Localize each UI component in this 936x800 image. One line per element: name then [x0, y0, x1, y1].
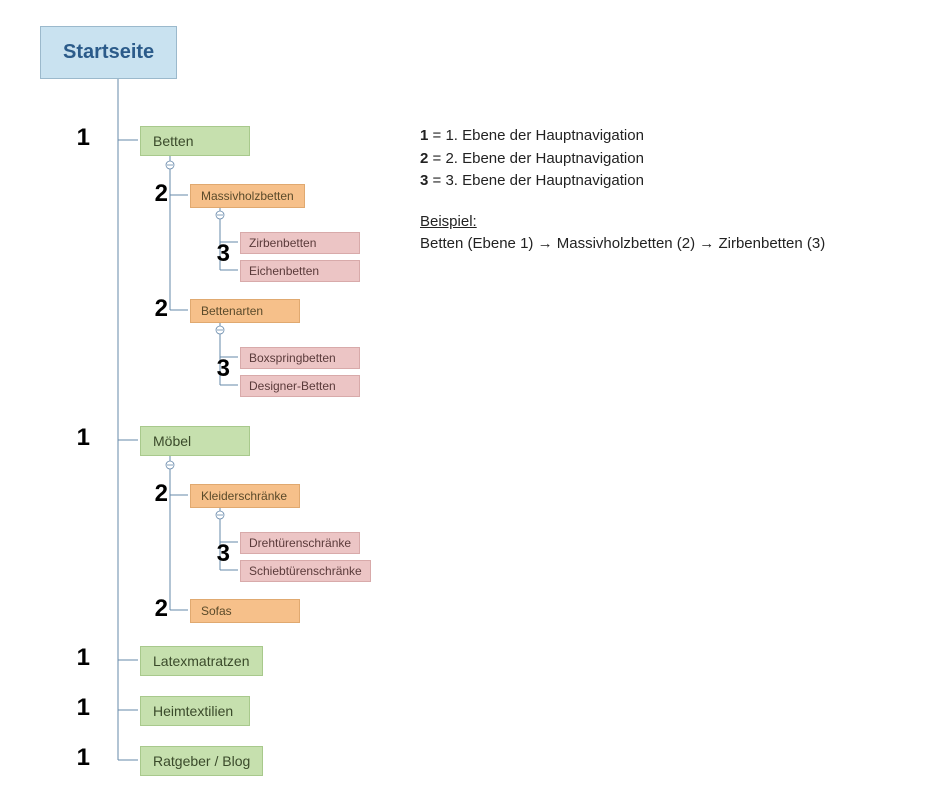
depth-label-2: 2: [138, 595, 168, 623]
node-drehtuerenschraenke[interactable]: Drehtürenschränke: [240, 532, 360, 554]
node-label: Bettenarten: [201, 304, 263, 318]
legend-line-3: 3 = 3. Ebene der Hauptnavigation: [420, 170, 825, 193]
node-label: Kleiderschränke: [201, 489, 287, 503]
node-label: Möbel: [153, 433, 191, 449]
node-betten[interactable]: Betten: [140, 126, 250, 156]
node-designer-betten[interactable]: Designer-Betten: [240, 375, 360, 397]
node-schiebetuerenschraenke[interactable]: Schiebtürenschränke: [240, 560, 371, 582]
node-boxspringbetten[interactable]: Boxspringbetten: [240, 347, 360, 369]
node-label: Latexmatratzen: [153, 653, 250, 669]
node-eichenbetten[interactable]: Eichenbetten: [240, 260, 360, 282]
node-bettenarten[interactable]: Bettenarten: [190, 299, 300, 323]
legend-text: = 1. Ebene der Hauptnavigation: [428, 127, 644, 144]
depth-label-2: 2: [138, 295, 168, 323]
node-label: Heimtextilien: [153, 703, 233, 719]
depth-label-3: 3: [200, 355, 230, 383]
depth-label-2: 2: [138, 180, 168, 208]
node-label: Betten: [153, 133, 193, 149]
node-label: Zirbenbetten: [249, 236, 316, 250]
depth-label-2: 2: [138, 480, 168, 508]
node-label: Schiebtürenschränke: [249, 564, 362, 578]
depth-label-1: 1: [60, 644, 90, 672]
node-label: Eichenbetten: [249, 264, 319, 278]
node-ratgeber[interactable]: Ratgeber / Blog: [140, 746, 263, 776]
legend-example: Beispiel: Betten (Ebene 1) → Massivholzb…: [420, 211, 825, 256]
node-zirbenbetten[interactable]: Zirbenbetten: [240, 232, 360, 254]
node-root[interactable]: Startseite: [40, 26, 177, 79]
legend-example-head: Beispiel:: [420, 211, 825, 234]
node-massivholzbetten[interactable]: Massivholzbetten: [190, 184, 305, 208]
legend-line-2: 2 = 2. Ebene der Hauptnavigation: [420, 148, 825, 171]
node-label: Boxspringbetten: [249, 351, 336, 365]
node-label: Drehtürenschränke: [249, 536, 351, 550]
legend-text: = 3. Ebene der Hauptnavigation: [428, 172, 644, 189]
node-sofas[interactable]: Sofas: [190, 599, 300, 623]
legend: 1 = 1. Ebene der Hauptnavigation 2 = 2. …: [420, 125, 825, 256]
legend-example-body: Betten (Ebene 1) → Massivholzbetten (2) …: [420, 233, 825, 256]
node-label: Sofas: [201, 604, 232, 618]
depth-label-1: 1: [60, 424, 90, 452]
legend-text: = 2. Ebene der Hauptnavigation: [428, 150, 644, 167]
node-latexmatratzen[interactable]: Latexmatratzen: [140, 646, 263, 676]
node-label: Ratgeber / Blog: [153, 753, 250, 769]
depth-label-3: 3: [200, 540, 230, 568]
node-label: Massivholzbetten: [201, 189, 294, 203]
depth-label-3: 3: [200, 240, 230, 268]
node-moebel[interactable]: Möbel: [140, 426, 250, 456]
depth-label-1: 1: [60, 694, 90, 722]
node-kleiderschraenke[interactable]: Kleiderschränke: [190, 484, 300, 508]
depth-label-1: 1: [60, 124, 90, 152]
node-heimtextilien[interactable]: Heimtextilien: [140, 696, 250, 726]
depth-label-1: 1: [60, 744, 90, 772]
node-label: Designer-Betten: [249, 379, 336, 393]
node-label: Startseite: [63, 41, 154, 64]
legend-line-1: 1 = 1. Ebene der Hauptnavigation: [420, 125, 825, 148]
